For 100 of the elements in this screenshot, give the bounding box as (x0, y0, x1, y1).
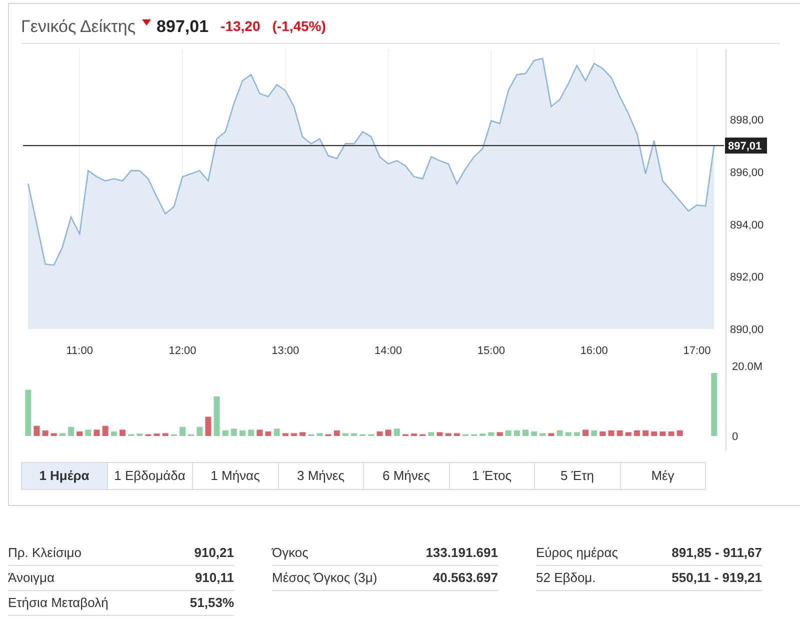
price-value: 897,01 (156, 16, 209, 38)
range-tab[interactable]: 3 Μήνες (278, 462, 364, 490)
stat-label: Όγκος (272, 544, 308, 562)
stat-value: 550,11 - 919,21 (672, 568, 762, 586)
volume-bar (205, 416, 212, 436)
range-tab[interactable]: Μέγ (620, 462, 706, 490)
volume-bar (76, 431, 83, 436)
stat-value: 891,85 - 911,67 (672, 544, 762, 562)
volume-bar (480, 434, 486, 436)
volume-bar (428, 432, 434, 436)
stat-label: Εύρος ημέρας (536, 544, 618, 562)
stat-label: Πρ. Κλείσιμο (8, 544, 82, 562)
volume-bar (154, 434, 160, 436)
volume-bar (496, 432, 503, 436)
range-tab[interactable]: 1 Ημέρα (21, 462, 108, 490)
volume-bar (102, 426, 108, 436)
volume-bar (411, 434, 418, 436)
volume-bar (376, 431, 383, 436)
volume-bar (42, 430, 48, 436)
time-label: 11:00 (66, 345, 93, 356)
index-title: Γενικός Δείκτης (21, 16, 136, 38)
stat-value: 910,11 (194, 568, 234, 586)
volume-bar (265, 431, 272, 436)
volume-bar (342, 433, 348, 436)
volume-bar (240, 430, 246, 436)
change-percent: (-1,45%) (272, 17, 326, 36)
volume-axis-label: 20.0M (732, 361, 763, 373)
volume-bar (256, 430, 263, 436)
volume-bar (522, 430, 528, 436)
volume-bar (548, 433, 554, 436)
volume-bar (445, 433, 452, 436)
volume-bar (25, 390, 32, 436)
time-label: 16:00 (580, 345, 608, 356)
stat-value: 51,53% (190, 594, 234, 612)
volume-bar (711, 373, 718, 436)
volume-bar (68, 426, 74, 436)
volume-bar (531, 431, 538, 436)
volume-bar (222, 430, 228, 436)
volume-bar (59, 433, 66, 436)
volume-bar (334, 430, 340, 436)
volume-bar (290, 433, 297, 436)
current-price-tag: 897,01 (725, 138, 767, 154)
price-axis-label: 898,00 (730, 114, 764, 127)
volume-bar (454, 433, 460, 436)
volume-bar (574, 432, 580, 436)
time-label: 15:00 (477, 345, 505, 356)
volume-bar (162, 433, 168, 436)
volume-bar (94, 430, 100, 436)
volume-bar (110, 431, 117, 436)
volume-bar (488, 432, 494, 436)
price-axis-label: 894,00 (730, 219, 764, 232)
volume-bar (119, 430, 126, 436)
volume-bar (230, 428, 237, 436)
volume-bar (600, 431, 606, 436)
volume-bar (282, 433, 288, 436)
volume-bar (196, 426, 203, 436)
stat-value: 133.191.691 (426, 544, 498, 562)
volume-bar (616, 430, 623, 436)
price-axis-label: 890,00 (730, 324, 764, 336)
range-tab[interactable]: 5 Έτη (534, 462, 620, 490)
volume-bar (436, 432, 443, 436)
stat-value: 40.563.697 (432, 568, 498, 586)
range-tab[interactable]: 1 Έτος (448, 462, 535, 490)
stat-value: 910,21 (194, 544, 234, 562)
volume-bar (385, 430, 392, 436)
volume-bar (625, 432, 632, 436)
volume-bar (591, 430, 598, 436)
volume-bar (394, 428, 400, 436)
stat-label: 52 Εβδομ. (536, 568, 596, 587)
stat-label: Άνοιγμα (8, 568, 55, 587)
volume-bar (316, 433, 323, 436)
stat-label: Ετήσια Μεταβολή (8, 594, 108, 612)
time-label: 17:00 (683, 345, 711, 356)
volume-bar (180, 426, 186, 436)
range-tab[interactable]: 1 Εβδομάδα (106, 462, 193, 490)
volume-bar (642, 430, 649, 436)
volume-bar (540, 433, 546, 436)
volume-bar (505, 430, 512, 436)
range-tab[interactable]: 6 Μήνες (363, 462, 450, 490)
change-value: -13,20 (220, 17, 260, 36)
volume-bar (214, 396, 220, 436)
volume-bar (274, 428, 280, 436)
volume-bar (85, 430, 92, 436)
range-tab[interactable]: 1 Μήνας (192, 462, 278, 490)
volume-bar (660, 431, 666, 436)
time-label: 14:00 (374, 345, 402, 356)
time-label: 12:00 (168, 345, 196, 356)
stat-label: Μέσος Όγκος (3μ) (272, 568, 378, 587)
volume-bar (248, 430, 254, 436)
volume-bar (50, 433, 57, 436)
volume-bar (651, 431, 658, 436)
price-axis-label: 892,00 (730, 272, 764, 284)
volume-bar (514, 430, 520, 436)
volume-bar (608, 430, 614, 436)
volume-axis-label: 0 (732, 431, 738, 443)
time-label: 13:00 (272, 345, 300, 356)
volume-bar (300, 432, 306, 436)
ref-line-label: 897,01 (728, 140, 762, 153)
volume-bar (34, 426, 40, 436)
volume-bar (351, 433, 357, 436)
